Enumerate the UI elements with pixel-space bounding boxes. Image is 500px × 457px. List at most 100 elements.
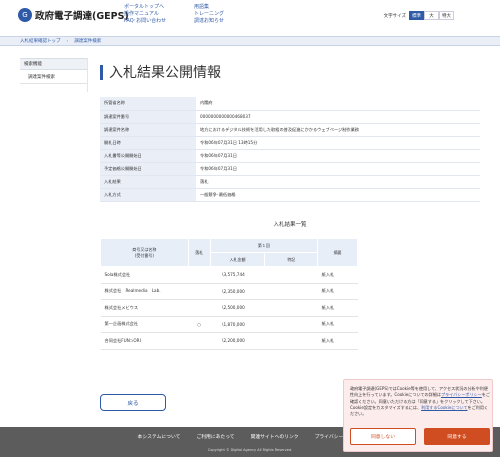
tender-info-table: 所管省名称 内閣府 調達案件番号 0000000000000468037 調達案件名…	[100, 97, 480, 202]
info-key: 所管省名称	[100, 97, 196, 111]
winner-cell	[188, 266, 211, 284]
info-row: 入札結果 落札	[100, 175, 480, 189]
winner-cell	[188, 332, 211, 350]
footer-link-terms[interactable]: ご利用にあたって	[196, 433, 234, 440]
info-value: 一般競争･最低価格	[196, 188, 480, 202]
cookie-message: 政府電子調達(GEPS)ではCookie等を使用して、アクセス状況の分析や利便性…	[350, 386, 490, 417]
back-button[interactable]: 戻る	[100, 394, 166, 411]
info-key: 入札結果	[100, 175, 196, 189]
geps-logo-icon: G	[18, 8, 32, 22]
note-cell	[264, 299, 318, 317]
table-row: 株式会社 Realmedia Lab. \2,350,000 紙入札	[100, 283, 358, 300]
info-value: 地方におけるデジタル技術を活用した取組の普及促進にかかるウェブページ制作業務	[196, 123, 480, 137]
bid-result-table: 商号又は名称 (受付番号) 落札 第１回 摘要 入札金額 特記 Sola株式会社…	[100, 238, 358, 350]
info-value: 落札	[196, 175, 480, 189]
col-note-header: 特記	[264, 252, 319, 267]
col-company-header: 商号又は名称 (受付番号)	[100, 238, 189, 267]
remarks-cell: 紙入札	[317, 283, 358, 300]
font-size-large-button[interactable]: 大	[424, 11, 439, 20]
cookie-privacy-link[interactable]: プライバシーポリシー	[441, 392, 482, 397]
info-row: 入札書等公開開始日 令和06年07月31日	[100, 149, 480, 163]
page-title-text: 入札結果公開情報	[109, 65, 221, 81]
font-size-standard-button[interactable]: 標準	[409, 11, 424, 20]
manual-link[interactable]: 操作マニュアル	[124, 11, 166, 18]
table-row: 合同会社FUN⊃ORI \2,200,000 紙入札	[100, 332, 358, 350]
winner-cell	[188, 299, 211, 317]
company-cell: Sola株式会社	[100, 266, 189, 284]
remarks-cell: 紙入札	[317, 316, 358, 333]
info-value: 0000000000000468037	[196, 110, 480, 124]
company-cell: 合同会社FUN⊃ORI	[100, 332, 189, 350]
info-key: 開札日時	[100, 136, 196, 150]
glossary-link[interactable]: 用語集	[194, 4, 224, 11]
note-cell	[264, 316, 318, 333]
portal-top-link[interactable]: ポータルトップへ	[124, 4, 166, 11]
font-size-switcher: 文字サイズ 標準 大 特大	[384, 11, 454, 20]
info-row: 調達案件名称 地方におけるデジタル技術を活用した取組の普及促進にかかるウェブページ…	[100, 123, 480, 137]
winner-cell	[188, 283, 211, 300]
header-links-2: 用語集 トレーニング 調達お知らせ	[194, 4, 224, 25]
note-cell	[264, 332, 318, 350]
header-links-1: ポータルトップへ 操作マニュアル FAQ･お問い合わせ	[124, 4, 166, 25]
info-key: 調達案件名称	[100, 123, 196, 137]
cookie-consent-banner: 政府電子調達(GEPS)ではCookie等を使用して、アクセス状況の分析や利便性…	[343, 379, 493, 452]
info-key: 予定価格公開開始日	[100, 162, 196, 176]
col-amount-header: 入札金額	[209, 252, 266, 267]
info-key: 入札書等公開開始日	[100, 149, 196, 163]
info-value: 令和06年07月31日	[196, 162, 480, 176]
amount-cell: \1,870,000	[210, 316, 265, 333]
info-value: 内閣府	[196, 97, 480, 111]
sidebar: 検索機能 調達案件検索	[20, 58, 88, 92]
table-row: 第一企画株式会社 ○ \1,870,000 紙入札	[100, 316, 358, 333]
info-value: 令和06年07月31日	[196, 149, 480, 163]
cookie-buttons: 同意しない 同意する	[350, 428, 490, 445]
info-row: 開札日時 令和06年07月31日 13時15分	[100, 136, 480, 150]
info-row: 調達案件番号 0000000000000468037	[100, 110, 480, 124]
remarks-cell: 紙入札	[317, 332, 358, 350]
table-row: Sola株式会社 \3,575,744 紙入札	[100, 266, 358, 284]
breadcrumb-separator: ›	[66, 38, 69, 44]
faq-link[interactable]: FAQ･お問い合わせ	[124, 18, 166, 25]
font-size-xlarge-button[interactable]: 特大	[439, 11, 454, 20]
notices-link[interactable]: 調達お知らせ	[194, 18, 224, 25]
winner-cell: ○	[188, 316, 211, 333]
col-round1-header: 第１回	[209, 238, 319, 253]
company-cell: 第一企画株式会社	[100, 316, 189, 333]
site-header: G 政府電子調達(GEPS) ポータルトップへ 操作マニュアル FAQ･お問い合…	[0, 0, 500, 34]
info-key: 調達案件番号	[100, 110, 196, 124]
cookie-decline-button[interactable]: 同意しない	[350, 428, 416, 445]
amount-cell: \2,200,000	[210, 332, 265, 350]
remarks-cell: 紙入札	[317, 299, 358, 317]
info-row: 所管省名称 内閣府	[100, 97, 480, 111]
sidebar-heading: 検索機能	[20, 58, 87, 70]
amount-cell: \3,575,744	[210, 266, 265, 284]
breadcrumb-item-search[interactable]: 調達案件検索	[74, 38, 101, 44]
font-size-label: 文字サイズ	[383, 13, 406, 19]
info-row: 予定価格公開開始日 令和06年07月31日	[100, 162, 480, 176]
info-row: 入札方式 一般競争･最低価格	[100, 188, 480, 202]
company-cell: 株式会社 Realmedia Lab.	[100, 283, 189, 300]
company-cell: 株式会社メビウス	[100, 299, 189, 317]
breadcrumb: 入札結果確認トップ › 調達案件検索	[0, 36, 500, 46]
table-row: 株式会社メビウス \2,500,000 紙入札	[100, 299, 358, 317]
page-title: 入札結果公開情報	[100, 62, 221, 82]
logo-text: 政府電子調達(GEPS)	[35, 11, 129, 22]
footer-link-related[interactable]: 関連サイトへのリンク	[251, 433, 299, 440]
note-cell	[264, 266, 318, 284]
col-remarks-header: 摘要	[317, 238, 358, 267]
info-value: 令和06年07月31日 13時15分	[196, 136, 480, 150]
note-cell	[264, 283, 318, 300]
footer-link-about[interactable]: 本システムについて	[138, 433, 181, 440]
cookie-accept-button[interactable]: 同意する	[424, 428, 490, 445]
amount-cell: \2,350,000	[210, 283, 265, 300]
remarks-cell: 紙入札	[317, 266, 358, 284]
col-winner-header: 落札	[187, 238, 211, 267]
cookie-usage-link[interactable]: 利用するCookieについて	[421, 405, 467, 410]
logo[interactable]: G 政府電子調達(GEPS)	[18, 8, 129, 22]
result-list-title: 入札結果一覧	[273, 222, 307, 228]
breadcrumb-item-top[interactable]: 入札結果確認トップ	[20, 38, 61, 44]
title-accent-bar	[100, 64, 103, 80]
sidebar-item-search[interactable]: 調達案件検索	[20, 70, 87, 84]
training-link[interactable]: トレーニング	[194, 11, 224, 18]
amount-cell: \2,500,000	[210, 299, 265, 317]
